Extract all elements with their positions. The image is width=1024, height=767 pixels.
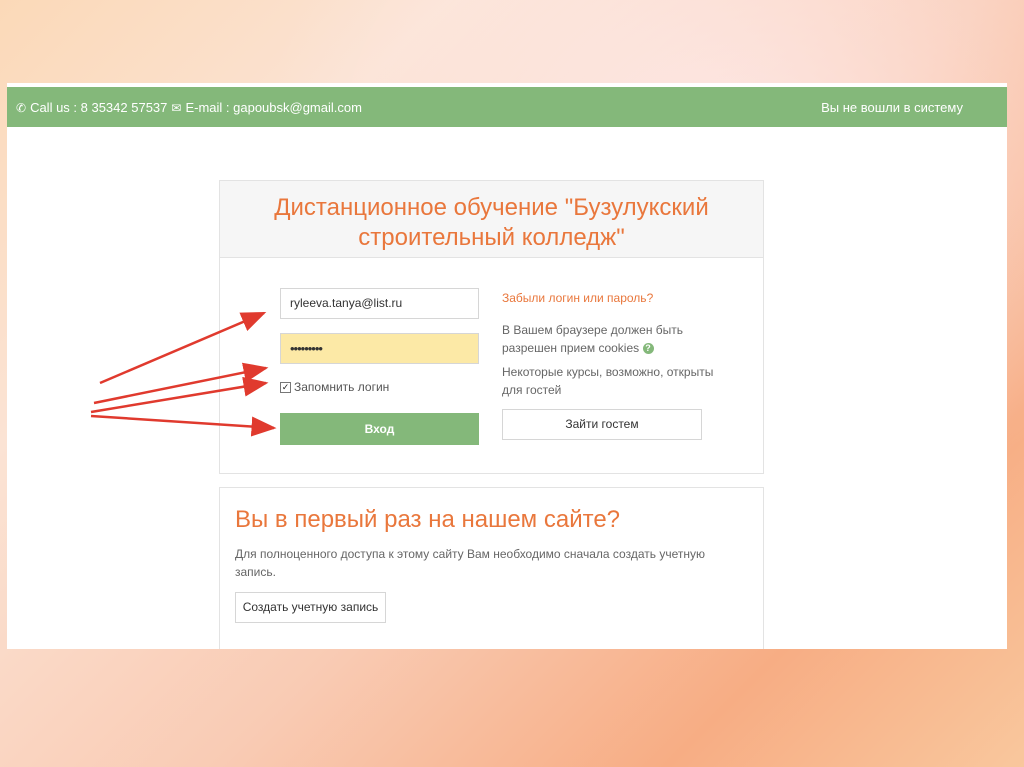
login-button[interactable]: Вход — [280, 413, 479, 445]
remember-login[interactable]: ✓ Запомнить логин — [280, 380, 389, 394]
guest-login-button[interactable]: Зайти гостем — [502, 409, 702, 440]
envelope-icon: ✉ — [171, 100, 182, 115]
signup-card: Вы в первый раз на нашем сайте? Для полн… — [219, 487, 764, 649]
login-status[interactable]: Вы не вошли в систему — [821, 100, 963, 115]
help-icon[interactable]: ? — [642, 343, 654, 355]
phone-icon: ✆ — [16, 100, 27, 115]
cookies-notice: В Вашем браузере должен быть разрешен пр… — [502, 321, 722, 357]
login-title: Дистанционное обучение "Бузулукский стро… — [220, 181, 763, 258]
remember-checkbox[interactable]: ✓ — [280, 381, 291, 393]
username-input[interactable]: ryleeva.tanya@list.ru — [280, 288, 479, 319]
login-info: Забыли логин или пароль? В Вашем браузер… — [502, 291, 722, 399]
remember-label: Запомнить логин — [294, 380, 390, 394]
top-bar: ✆ Call us : 8 35342 57537 ✉ E-mail : gap… — [7, 87, 1007, 127]
signup-title: Вы в первый раз на нашем сайте? — [235, 506, 621, 533]
create-account-button[interactable]: Создать учетную запись — [235, 592, 386, 623]
call-text: Call us : 8 35342 57537 — [30, 100, 168, 115]
email-text[interactable]: E-mail : gapoubsk@gmail.com — [185, 100, 361, 115]
forgot-password-link[interactable]: Забыли логин или пароль? — [502, 291, 722, 305]
password-input[interactable]: ••••••••• — [280, 333, 479, 364]
signup-text: Для полноценного доступа к этому сайту В… — [235, 547, 705, 579]
guest-notice: Некоторые курсы, возможно, открыты для г… — [502, 365, 714, 397]
login-card: Дистанционное обучение "Бузулукский стро… — [219, 180, 764, 474]
contact-info: ✆ Call us : 8 35342 57537 ✉ E-mail : gap… — [16, 100, 362, 115]
browser-screenshot: ✆ Call us : 8 35342 57537 ✉ E-mail : gap… — [7, 83, 1007, 649]
cookies-text: В Вашем браузере должен быть разрешен пр… — [502, 323, 684, 355]
